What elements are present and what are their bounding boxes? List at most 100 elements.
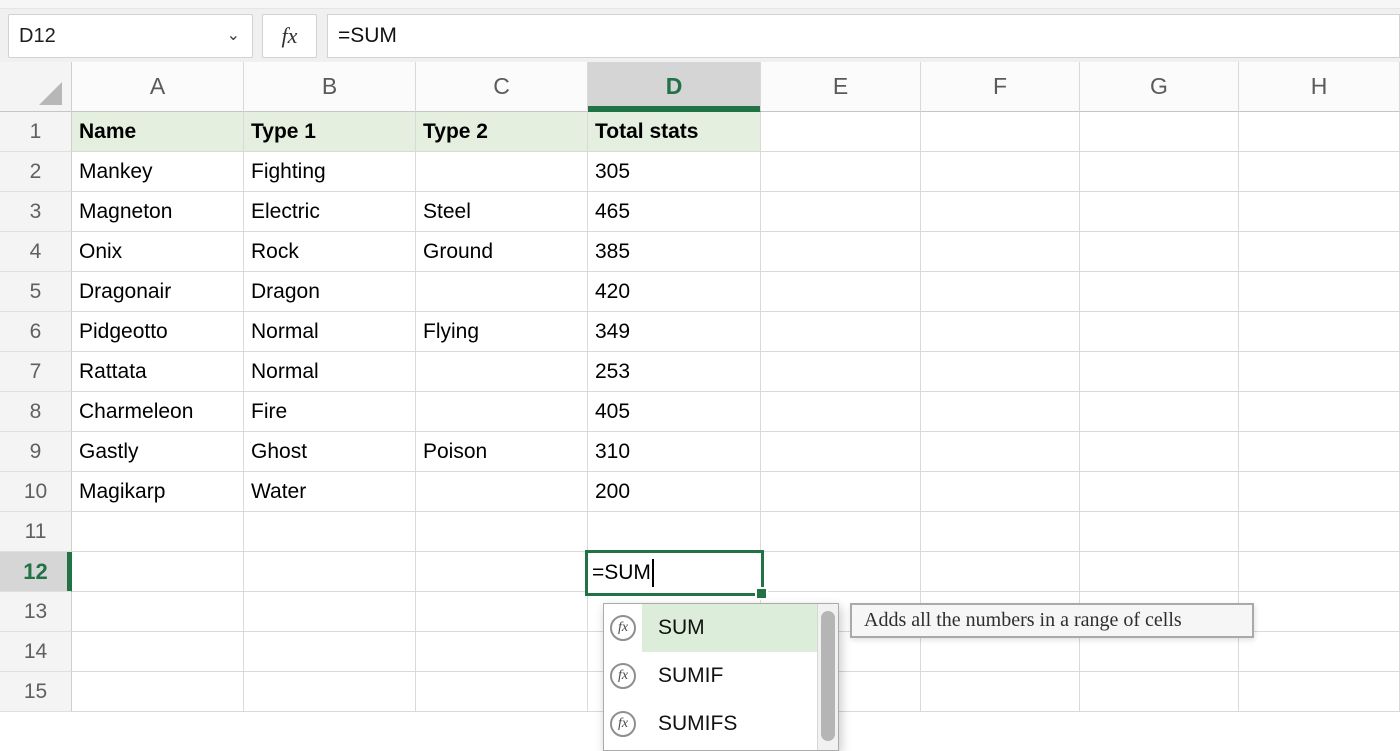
- cell-A1[interactable]: Name: [72, 112, 244, 152]
- active-cell-editor[interactable]: =SUM: [585, 550, 764, 596]
- cell-E11[interactable]: [761, 512, 921, 552]
- cell-G3[interactable]: [1080, 192, 1239, 232]
- row-header-8[interactable]: 8: [0, 392, 72, 432]
- cell-E4[interactable]: [761, 232, 921, 272]
- cell-H14[interactable]: [1239, 632, 1400, 672]
- autocomplete-item-SUMIF[interactable]: fxSUMIF: [604, 652, 817, 700]
- cell-F7[interactable]: [921, 352, 1080, 392]
- cell-H13[interactable]: [1239, 592, 1400, 632]
- cell-B1[interactable]: Type 1: [244, 112, 416, 152]
- cell-D2[interactable]: 305: [588, 152, 761, 192]
- row-header-12[interactable]: 12: [0, 552, 72, 592]
- row-header-13[interactable]: 13: [0, 592, 72, 632]
- cell-F3[interactable]: [921, 192, 1080, 232]
- cell-B13[interactable]: [244, 592, 416, 632]
- cell-E8[interactable]: [761, 392, 921, 432]
- cell-C8[interactable]: [416, 392, 588, 432]
- cell-A13[interactable]: [72, 592, 244, 632]
- row-header-1[interactable]: 1: [0, 112, 72, 152]
- row-header-10[interactable]: 10: [0, 472, 72, 512]
- cell-H3[interactable]: [1239, 192, 1400, 232]
- row-header-5[interactable]: 5: [0, 272, 72, 312]
- fill-handle[interactable]: [755, 587, 768, 600]
- cell-F1[interactable]: [921, 112, 1080, 152]
- cell-G9[interactable]: [1080, 432, 1239, 472]
- chevron-down-icon[interactable]: ⌄: [227, 28, 240, 44]
- cell-H12[interactable]: [1239, 552, 1400, 592]
- cell-G10[interactable]: [1080, 472, 1239, 512]
- row-header-11[interactable]: 11: [0, 512, 72, 552]
- cell-C3[interactable]: Steel: [416, 192, 588, 232]
- cell-C10[interactable]: [416, 472, 588, 512]
- cell-H8[interactable]: [1239, 392, 1400, 432]
- cell-H6[interactable]: [1239, 312, 1400, 352]
- cell-E3[interactable]: [761, 192, 921, 232]
- cell-B11[interactable]: [244, 512, 416, 552]
- cell-A8[interactable]: Charmeleon: [72, 392, 244, 432]
- cell-H1[interactable]: [1239, 112, 1400, 152]
- cell-C7[interactable]: [416, 352, 588, 392]
- cell-D7[interactable]: 253: [588, 352, 761, 392]
- cell-B2[interactable]: Fighting: [244, 152, 416, 192]
- cell-H2[interactable]: [1239, 152, 1400, 192]
- cell-B6[interactable]: Normal: [244, 312, 416, 352]
- cell-G7[interactable]: [1080, 352, 1239, 392]
- cell-A7[interactable]: Rattata: [72, 352, 244, 392]
- cell-E9[interactable]: [761, 432, 921, 472]
- column-header-G[interactable]: G: [1080, 62, 1239, 112]
- cell-F11[interactable]: [921, 512, 1080, 552]
- cell-B10[interactable]: Water: [244, 472, 416, 512]
- cell-C15[interactable]: [416, 672, 588, 712]
- cell-A14[interactable]: [72, 632, 244, 672]
- column-header-A[interactable]: A: [72, 62, 244, 112]
- cell-C11[interactable]: [416, 512, 588, 552]
- row-header-14[interactable]: 14: [0, 632, 72, 672]
- cell-B12[interactable]: [244, 552, 416, 592]
- row-header-9[interactable]: 9: [0, 432, 72, 472]
- cell-G14[interactable]: [1080, 632, 1239, 672]
- row-header-3[interactable]: 3: [0, 192, 72, 232]
- cell-D1[interactable]: Total stats: [588, 112, 761, 152]
- cell-H9[interactable]: [1239, 432, 1400, 472]
- cell-C2[interactable]: [416, 152, 588, 192]
- row-header-15[interactable]: 15: [0, 672, 72, 712]
- cell-F15[interactable]: [921, 672, 1080, 712]
- column-header-F[interactable]: F: [921, 62, 1080, 112]
- cell-A9[interactable]: Gastly: [72, 432, 244, 472]
- cell-B4[interactable]: Rock: [244, 232, 416, 272]
- cell-G6[interactable]: [1080, 312, 1239, 352]
- cell-B5[interactable]: Dragon: [244, 272, 416, 312]
- column-header-D[interactable]: D: [588, 62, 761, 112]
- cell-D6[interactable]: 349: [588, 312, 761, 352]
- cell-F4[interactable]: [921, 232, 1080, 272]
- cell-B9[interactable]: Ghost: [244, 432, 416, 472]
- row-header-7[interactable]: 7: [0, 352, 72, 392]
- cell-F2[interactable]: [921, 152, 1080, 192]
- cell-F12[interactable]: [921, 552, 1080, 592]
- cell-B8[interactable]: Fire: [244, 392, 416, 432]
- cell-G1[interactable]: [1080, 112, 1239, 152]
- cell-D11[interactable]: [588, 512, 761, 552]
- cell-F6[interactable]: [921, 312, 1080, 352]
- cell-C5[interactable]: [416, 272, 588, 312]
- cell-H7[interactable]: [1239, 352, 1400, 392]
- cell-A6[interactable]: Pidgeotto: [72, 312, 244, 352]
- cell-H11[interactable]: [1239, 512, 1400, 552]
- cell-E12[interactable]: [761, 552, 921, 592]
- cell-E7[interactable]: [761, 352, 921, 392]
- cell-F10[interactable]: [921, 472, 1080, 512]
- cell-E1[interactable]: [761, 112, 921, 152]
- cell-C6[interactable]: Flying: [416, 312, 588, 352]
- row-header-2[interactable]: 2: [0, 152, 72, 192]
- cell-H5[interactable]: [1239, 272, 1400, 312]
- insert-function-button[interactable]: fx: [262, 14, 317, 58]
- cell-C12[interactable]: [416, 552, 588, 592]
- cell-E6[interactable]: [761, 312, 921, 352]
- cell-G2[interactable]: [1080, 152, 1239, 192]
- formula-bar-input[interactable]: =SUM: [327, 14, 1400, 58]
- row-header-6[interactable]: 6: [0, 312, 72, 352]
- cell-G4[interactable]: [1080, 232, 1239, 272]
- column-header-E[interactable]: E: [761, 62, 921, 112]
- cell-E5[interactable]: [761, 272, 921, 312]
- cell-E2[interactable]: [761, 152, 921, 192]
